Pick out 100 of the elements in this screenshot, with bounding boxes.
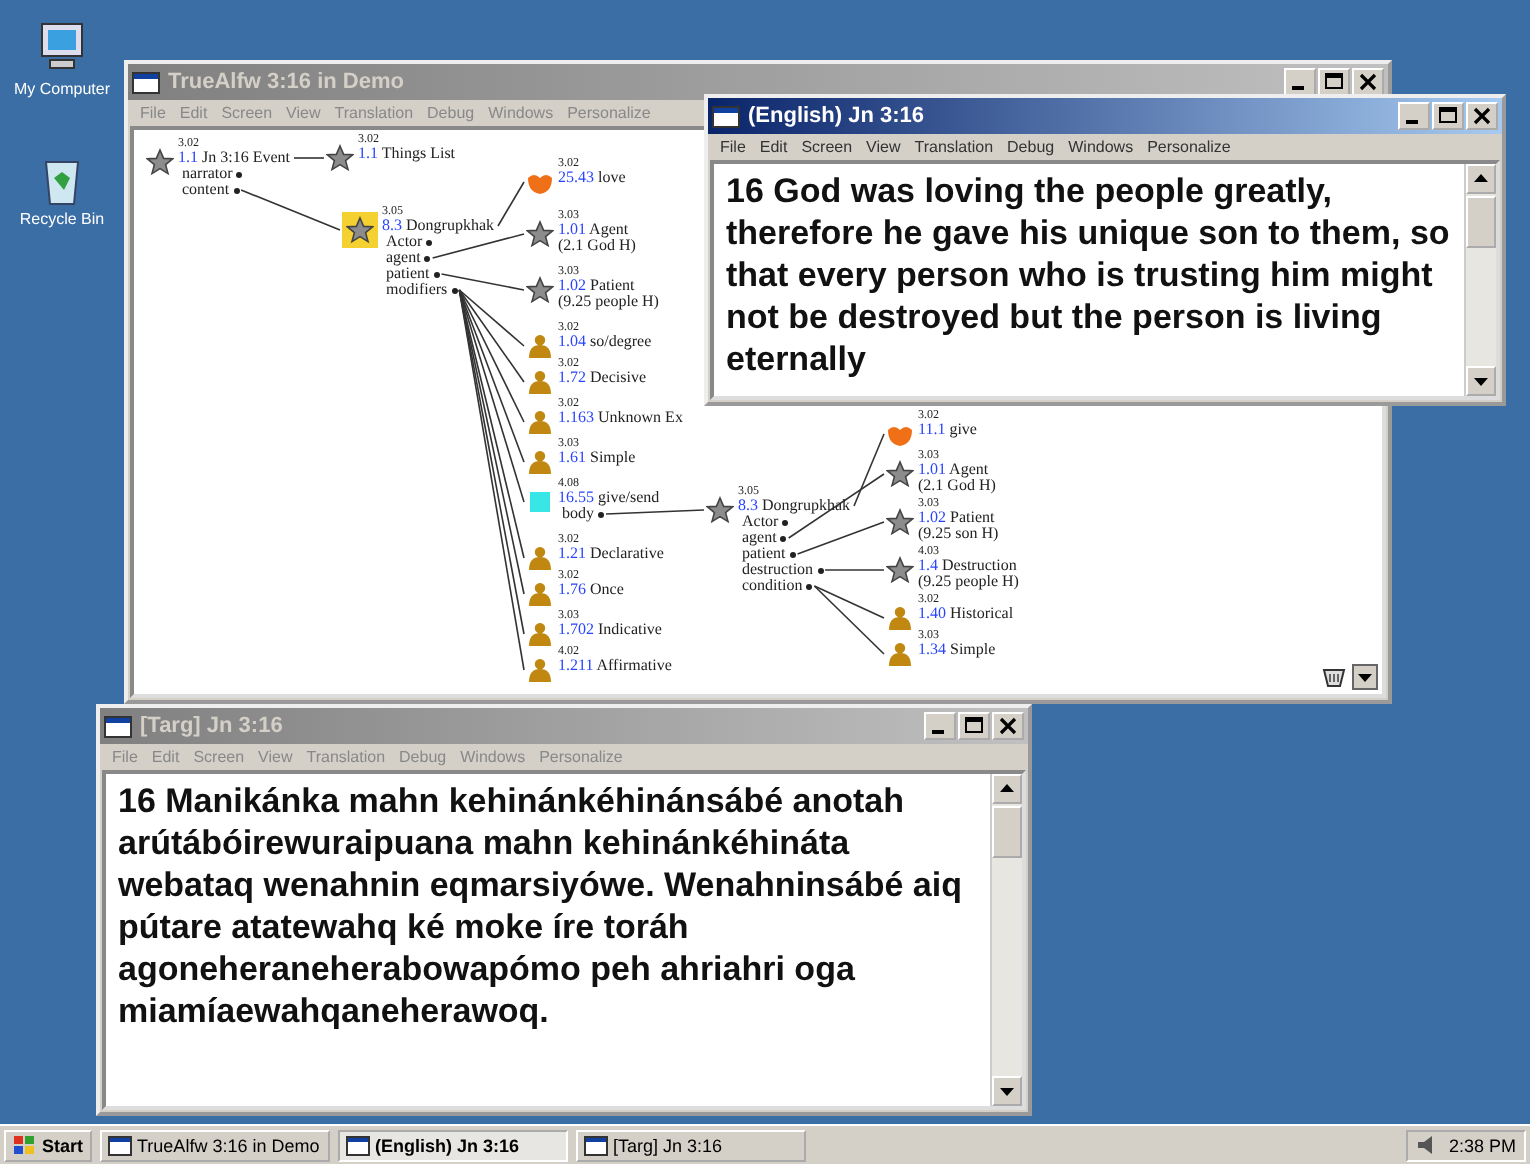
node-note: (9.25 people H) [558,294,659,310]
desktop-icon-label[interactable]: Recycle Bin [19,210,105,228]
menu-item[interactable]: Windows [1068,138,1134,156]
connector-line [431,233,525,259]
menu-item[interactable]: View [258,748,293,766]
role-label: modifiers [386,282,448,298]
node-label: 1.702 Indicative [558,622,662,638]
scroll-thumb[interactable] [1466,196,1496,248]
scroll-up-button[interactable] [992,774,1022,804]
maximize-button[interactable] [958,712,990,740]
node-label: 1.1 Jn 3:16 Event [178,150,290,166]
menu-item[interactable]: Windows [460,748,526,766]
menu-item[interactable]: Debug [1007,138,1055,156]
node-label: 1.02 Patient [558,278,637,294]
menu-item[interactable]: Screen [193,748,245,766]
window-icon [104,715,132,737]
node-label: 1.1 Things List [358,146,456,162]
node-label: 1.72 Decisive [558,370,646,386]
scroll-up-button[interactable] [1466,164,1496,194]
menu-item[interactable]: Translation [334,104,414,122]
role-label: body [562,506,594,522]
role-dot [233,187,240,193]
node-note: (9.25 people H) [918,574,1019,590]
node-label: 1.02 Patient [918,510,997,526]
maximize-button[interactable] [1318,68,1350,96]
menu-item[interactable]: Translation [914,138,994,156]
start-button[interactable]: Start [4,1129,92,1161]
role-dot [426,239,433,245]
menu-item[interactable]: Personalize [1147,138,1231,156]
role-label: patient [386,266,430,282]
scrollbar[interactable] [1464,164,1496,396]
node-note: (9.25 son H) [918,526,999,542]
close-button[interactable] [992,712,1024,740]
role-label: destruction [742,562,814,578]
menu-item[interactable]: Windows [488,104,554,122]
window-icon [583,1135,608,1155]
node-label: 1.01 Agent [558,222,631,238]
menu-item[interactable]: View [866,138,901,156]
window-icon [107,1135,132,1155]
desktop-icon-label[interactable]: My Computer [13,80,110,98]
menu-item[interactable]: Edit [179,104,208,122]
minimize-button[interactable] [924,712,956,740]
node-label: 11.1 give [918,422,977,438]
role-dot [789,551,796,557]
minimize-button[interactable] [1284,68,1316,96]
menu-item[interactable]: Edit [151,748,180,766]
window-title: TrueAlfw 3:16 in Demo [168,70,406,94]
verse-text: 16 Manikánka mahn kehinánkéhinánsábé anotah arútábóirewuraipuana mahn kehinánkéhináta webataq wenahnin eqmarsiyówe. Wenahninsábé aiq pútare atatewahq ké moke íre toráh agoneheraneherabowapómo peh ahriahri oga miamíaewahqaneherawoq. [116,780,964,1034]
role-dot [598,511,604,517]
menu-item[interactable]: Debug [427,104,475,122]
connector-line [605,509,705,515]
role-dot [424,255,431,261]
close-button[interactable] [1352,68,1384,96]
node-label: 1.04 so/degree [558,334,652,350]
menu-item[interactable]: Edit [759,138,788,156]
role-label: condition [742,578,803,594]
connector-line [824,569,885,571]
role-dot [782,519,789,525]
role-dot [236,171,243,177]
window-icon [712,105,740,127]
node-note: (2.1 God H) [558,238,636,254]
menu-item[interactable]: View [286,104,321,122]
node-label: 1.163 Unknown Ex [558,410,683,426]
maximize-button[interactable] [1432,102,1464,130]
node-label: 1.01 Agent [918,462,991,478]
role-label: narrator [182,166,233,182]
menu-item[interactable]: Screen [221,104,273,122]
scrollbar[interactable] [990,774,1022,1106]
connector-line [293,157,325,159]
node-label: 1.76 Once [558,582,624,598]
menu-item[interactable]: File [140,104,166,122]
connector-line [497,181,525,227]
taskbar-button[interactable]: [Targ] Jn 3:16 [575,1129,806,1161]
flag-icon [12,1134,36,1156]
minimize-button[interactable] [1398,102,1430,130]
menu-item[interactable]: File [720,138,746,156]
role-label: patient [742,546,786,562]
menu-item[interactable]: Personalize [539,748,623,766]
connector-line [240,189,341,231]
taskbar-button[interactable]: TrueAlfw 3:16 in Demo [99,1129,330,1161]
scroll-thumb[interactable] [992,806,1022,858]
node-label: 16.55 give/send [558,490,660,506]
window-title: (English) Jn 3:16 [748,104,927,128]
trash-icon[interactable] [1322,666,1346,688]
window-icon [132,71,160,93]
role-dot [806,583,813,589]
menu-item[interactable]: Translation [306,748,386,766]
node-label: 25.43 love [558,170,626,186]
taskbar-button[interactable]: (English) Jn 3:16 [337,1129,568,1161]
close-button[interactable] [1466,102,1498,130]
role-label: Actor [386,234,423,250]
menu-item[interactable]: File [112,748,138,766]
scroll-down-button[interactable] [1352,664,1378,690]
node-label: 1.34 Simple [918,642,996,658]
menu-item[interactable]: Screen [801,138,853,156]
role-dot [433,271,440,277]
menu-item[interactable]: Debug [399,748,447,766]
node-label: 1.21 Declarative [558,546,664,562]
menu-item[interactable]: Personalize [567,104,651,122]
node-label: 1.61 Simple [558,450,636,466]
